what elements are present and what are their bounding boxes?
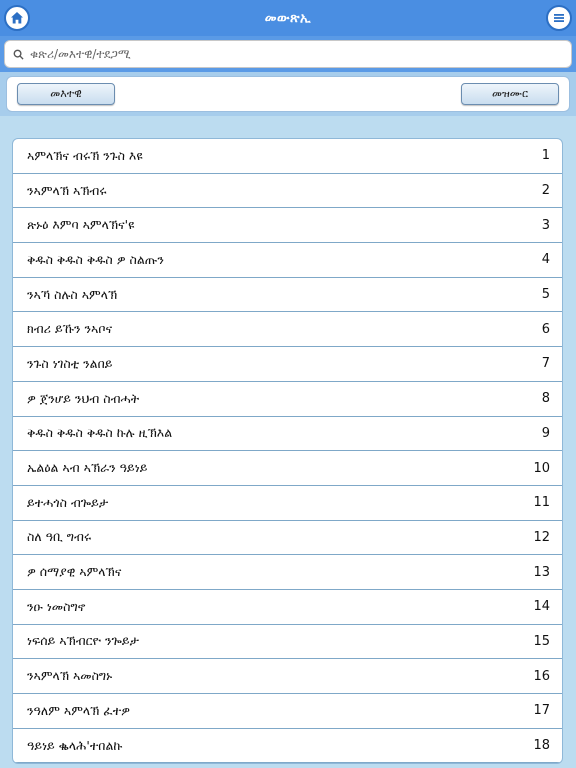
list-item[interactable]: ጽኑዕ እምባ ኣምላኽና'ዩ 3 xyxy=(13,208,562,244)
song-number: 14 xyxy=(533,599,550,615)
song-number: 7 xyxy=(541,356,550,372)
list-item[interactable]: ስለ ዓቢ ግብሩ 12 xyxy=(13,521,562,556)
search-input[interactable] xyxy=(30,47,563,61)
song-number: 10 xyxy=(533,460,550,476)
song-title: ንጉስ ነገስቲ ንልበይ xyxy=(27,355,113,371)
list-item[interactable]: ንኣኻ ስሉስ ኣምላኽ 5 xyxy=(13,278,562,313)
song-number: 6 xyxy=(541,321,550,337)
song-title: ንኣምላኽ ኣመስግኑ xyxy=(27,668,113,684)
top-navbar: መውጽኢ xyxy=(0,0,576,36)
app-root: መውጽኢ መእተዊ መዝሙር ኣምላኽና ብሩኽ ንጉስ እዩ 1 ንኣምላኽ ኣኽ… xyxy=(0,0,576,768)
song-title: ዓይነይ ቈላሕ'ተበልኩ xyxy=(27,737,123,753)
list-item[interactable]: ኤልዕል ኣብ ኣኽራን ዓይነይ 10 xyxy=(13,451,562,486)
song-title: ክብሪ ይኹን ንኣቦና xyxy=(27,321,113,337)
search-box xyxy=(4,40,572,68)
menu-icon xyxy=(554,14,564,22)
song-title: ቅዱስ ቅዱስ ቅዱስ ኩሉ ዚኽእል xyxy=(27,425,173,441)
song-title: ንኣኻ ስሉስ ኣምላኽ xyxy=(27,286,118,302)
search-bar xyxy=(0,36,576,72)
song-number: 8 xyxy=(541,391,550,407)
list-item[interactable]: ኣምላኽና ብሩኽ ንጉስ እዩ 1 xyxy=(13,139,562,174)
song-number: 5 xyxy=(541,287,550,303)
song-title: ይተሓጎስ ብጐይታ xyxy=(27,494,109,510)
list-item[interactable]: ቅዱስ ቅዱስ ቅዱስ ኩሉ ዚኽእል 9 xyxy=(13,417,562,452)
song-number: 17 xyxy=(533,703,550,719)
list-item[interactable]: ንዓለም ኣምላኽ ፈተዎ 17 xyxy=(13,694,562,729)
song-title: ንዑ ነመስግኖ xyxy=(27,598,86,614)
list-item[interactable]: ክብሪ ይኹን ንኣቦና 6 xyxy=(13,312,562,348)
segment-card: መእተዊ መዝሙር xyxy=(6,76,570,112)
home-icon xyxy=(11,12,23,24)
list-item[interactable]: ዎ ጀንሆይ ንህብ ስብሓት 8 xyxy=(13,382,562,417)
search-icon xyxy=(13,49,24,60)
song-number: 16 xyxy=(533,668,550,684)
segment-panel: መእተዊ መዝሙር xyxy=(0,72,576,116)
song-title: ዎ ሰማያዊ ኣምላኽና xyxy=(27,564,122,580)
list-item[interactable]: ቅዱስ ቅዱስ ቅዱስ ዎ ስልጡን 4 xyxy=(13,243,562,278)
home-button[interactable] xyxy=(4,5,30,31)
song-list-area[interactable]: ኣምላኽና ብሩኽ ንጉስ እዩ 1 ንኣምላኽ ኣኽብሩ 2 ጽኑዕ እምባ ኣምላኽ… xyxy=(0,116,576,768)
song-number: 4 xyxy=(541,252,550,268)
song-title: ነፍሰይ ኣኽብርዮ ንጐይታ xyxy=(27,633,139,649)
song-title: ኣምላኽና ብሩኽ ንጉስ እዩ xyxy=(27,147,143,163)
song-title: ንኣምላኽ ኣኽብሩ xyxy=(27,182,107,198)
list-item[interactable]: ዎ ሰማያዊ ኣምላኽና 13 xyxy=(13,555,562,590)
page-title: መውጽኢ xyxy=(264,10,312,26)
list-item[interactable]: ዓይነይ ቈላሕ'ተበልኩ 18 xyxy=(13,729,562,764)
list-item[interactable]: ንጉስ ነገስቲ ንልበይ 7 xyxy=(13,347,562,382)
song-number: 2 xyxy=(541,183,550,199)
segment-hymn-button[interactable]: መዝሙር xyxy=(461,83,559,105)
segment-intro-button[interactable]: መእተዊ xyxy=(17,83,115,105)
song-number: 3 xyxy=(541,217,550,233)
song-number: 13 xyxy=(533,564,550,580)
song-title: ኤልዕል ኣብ ኣኽራን ዓይነይ xyxy=(27,460,148,476)
menu-button[interactable] xyxy=(546,5,572,31)
song-number: 1 xyxy=(541,148,550,164)
song-number: 12 xyxy=(533,529,550,545)
list-item[interactable]: ንዑ ነመስግኖ 14 xyxy=(13,590,562,625)
list-item[interactable]: ይተሓጎስ ብጐይታ 11 xyxy=(13,486,562,521)
list-item[interactable]: ንኣምላኽ ኣኽብሩ 2 xyxy=(13,174,562,209)
song-number: 9 xyxy=(541,425,550,441)
song-number: 11 xyxy=(533,495,550,511)
song-title: ንዓለም ኣምላኽ ፈተዎ xyxy=(27,702,130,718)
song-title: ዎ ጀንሆይ ንህብ ስብሓት xyxy=(27,390,140,406)
song-title: ቅዱስ ቅዱስ ቅዱስ ዎ ስልጡን xyxy=(27,251,164,267)
song-number: 15 xyxy=(533,633,550,649)
song-title: ስለ ዓቢ ግብሩ xyxy=(27,529,92,545)
song-list: ኣምላኽና ብሩኽ ንጉስ እዩ 1 ንኣምላኽ ኣኽብሩ 2 ጽኑዕ እምባ ኣምላኽ… xyxy=(12,138,563,765)
list-item[interactable]: ነፍሰይ ኣኽብርዮ ንጐይታ 15 xyxy=(13,625,562,660)
song-number: 18 xyxy=(533,738,550,754)
list-item[interactable]: ንኣምላኽ ኣመስግኑ 16 xyxy=(13,659,562,694)
song-title: ጽኑዕ እምባ ኣምላኽና'ዩ xyxy=(27,217,135,233)
